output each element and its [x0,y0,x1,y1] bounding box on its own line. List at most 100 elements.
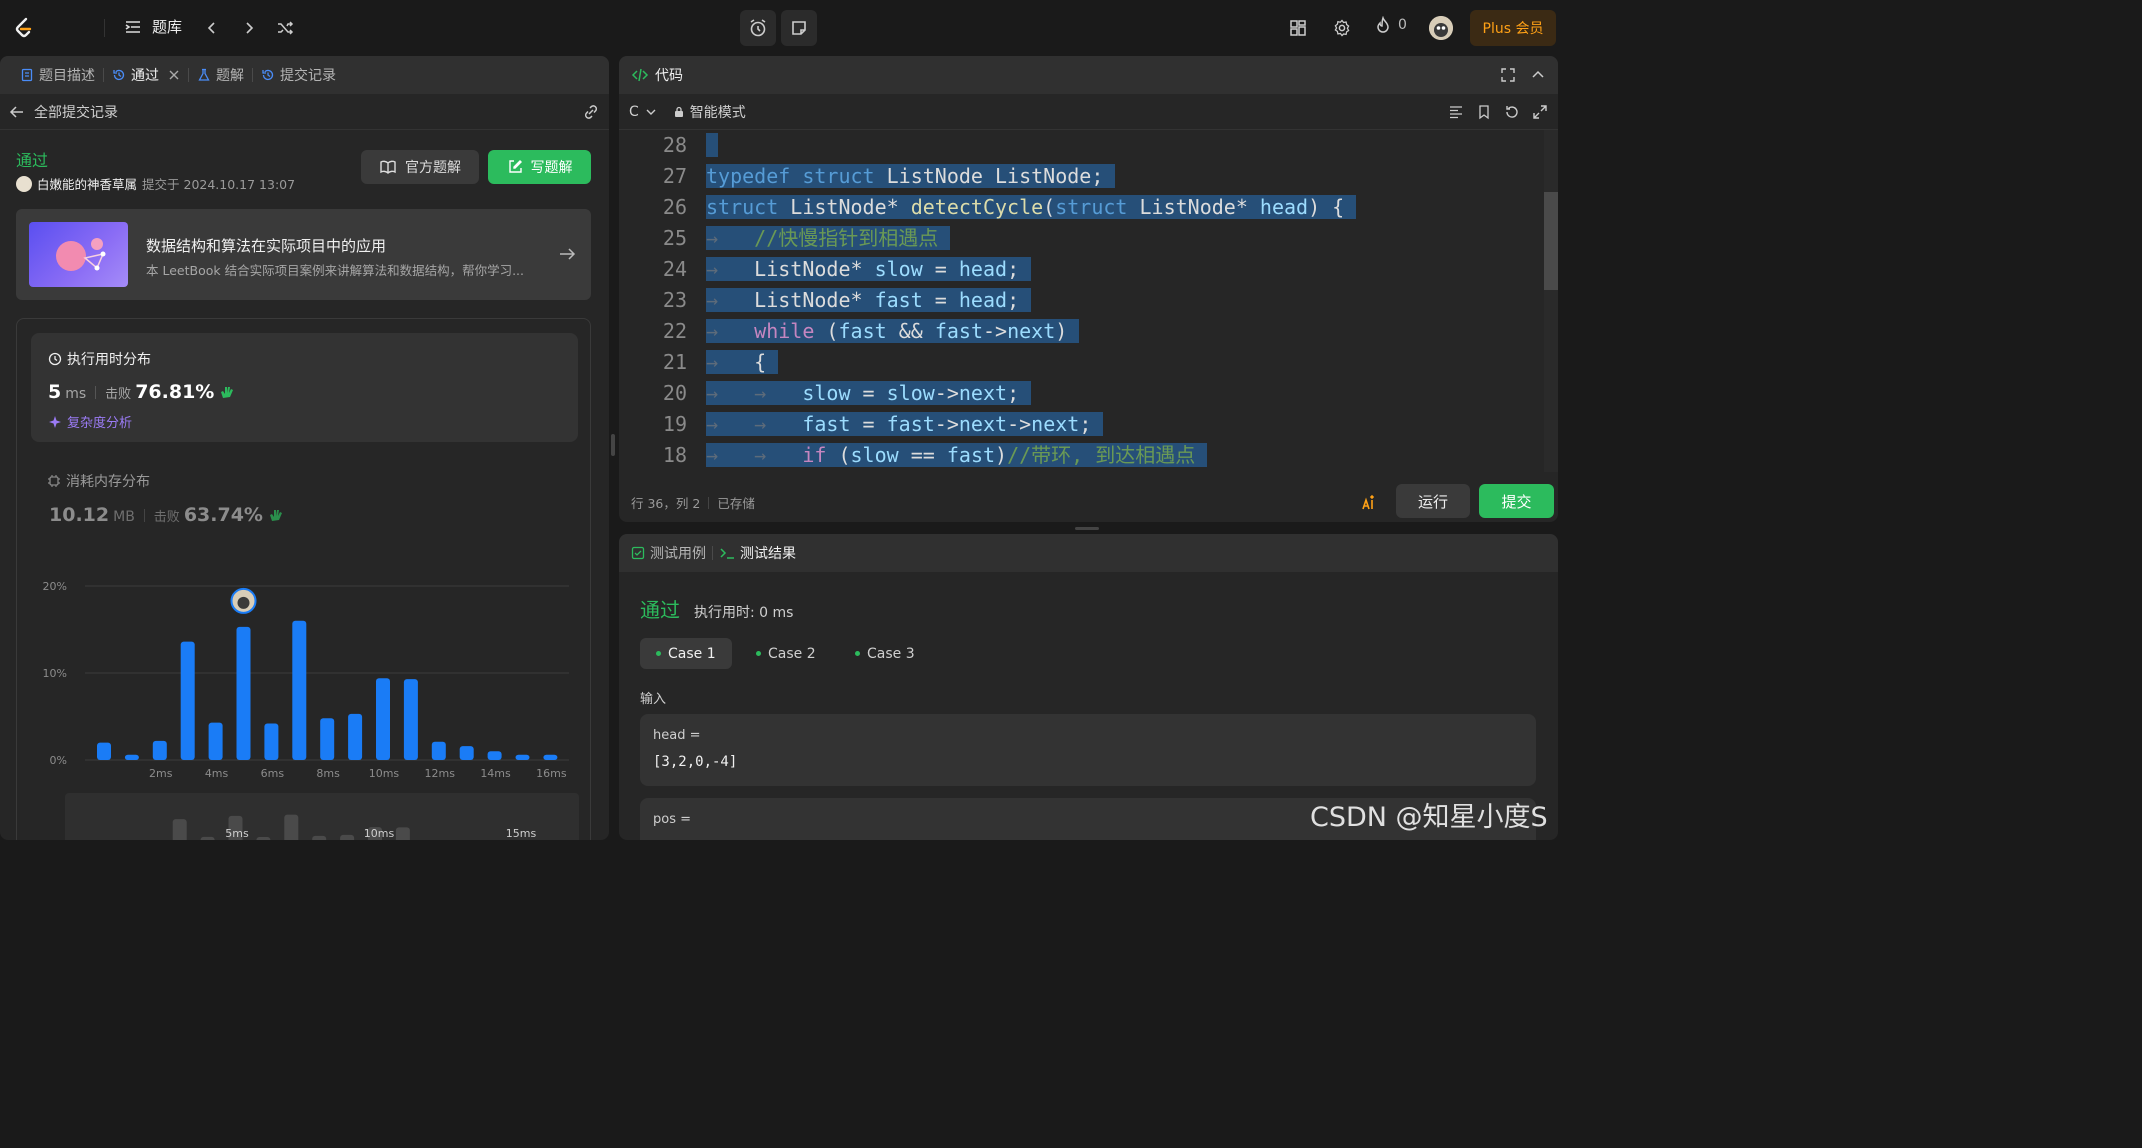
tab-accepted[interactable]: 通过 [104,56,188,94]
chart-bar [348,713,363,760]
x-tick-label: 4ms [205,767,229,780]
tab-solutions[interactable]: 题解 [189,56,252,94]
code-line[interactable]: 21 → { [619,347,1558,378]
case-label: Case 2 [768,645,816,662]
official-solution-button[interactable]: 官方题解 [361,150,479,184]
code-tab-label[interactable]: 代码 [655,65,683,85]
minimap-tick-label: 10ms [364,827,395,840]
memory-title[interactable]: 消耗内存分布 [47,471,150,491]
code-line[interactable]: 27 typedef struct ListNode ListNode; [619,161,1558,192]
code-line[interactable]: 18 → → if (slow == fast)//带环, 到达相遇点 [619,440,1558,471]
arrow-left-icon[interactable] [8,103,26,121]
all-submissions-link[interactable]: 全部提交记录 [34,102,118,122]
horizontal-resize-handle[interactable] [1075,527,1099,530]
tab-submissions[interactable]: 提交记录 [253,56,344,94]
code-line[interactable]: 26 struct ListNode* detectCycle(struct Li… [619,192,1558,223]
runtime-distribution-chart[interactable]: 20% 10% 0% 2ms 4ms 6ms 8ms 10ms 12ms 14ms 16ms 5ms 1… [17,569,591,840]
tab-accepted-label: 通过 [131,68,159,84]
case-tab-3[interactable]: Case 3 [839,638,931,669]
memory-title-label: 消耗内存分布 [66,474,150,490]
vertical-resize-handle[interactable] [611,434,615,456]
chart-bar [543,754,558,760]
code-text: → ListNode* slow = head; [706,257,1032,281]
submit-button[interactable]: 提交 [1479,484,1554,518]
leetbook-description: 本 LeetBook 结合实际项目案例来讲解算法和数据结构，帮你学习... [146,263,525,278]
timer-button[interactable] [740,10,776,46]
layout-button[interactable] [1286,16,1310,40]
chart-bar [180,641,195,760]
code-text [706,130,719,161]
expand-icon[interactable] [1532,104,1548,120]
code-line[interactable]: 19 → → fast = fast->next->next; [619,409,1558,440]
avatar[interactable] [16,175,32,192]
memory-value: 10.12 [49,504,110,526]
history-icon [113,69,125,81]
next-problem-button[interactable] [237,16,261,40]
code-line[interactable]: 24 → ListNode* slow = head; [619,254,1558,285]
language-select[interactable]: C [629,104,657,120]
notes-button[interactable] [781,10,817,46]
leetbook-cover-image [29,222,128,287]
clap-icon [221,387,234,398]
x-tick-label: 12ms [425,767,456,780]
settings-button[interactable] [1330,16,1354,40]
minimap-bar [340,834,355,840]
code-line[interactable]: 25 → //快慢指针到相遇点 [619,223,1558,254]
lock-icon [674,106,683,117]
code-line[interactable]: 23 → ListNode* fast = head; [619,285,1558,316]
document-icon [21,68,33,82]
random-problem-button[interactable] [273,16,297,40]
chevron-down-icon [646,109,656,115]
write-solution-button[interactable]: 写题解 [488,150,591,184]
code-line[interactable]: 20 → → slow = slow->next; [619,378,1558,409]
tab-test-result[interactable]: 测试结果 [719,543,796,563]
tab-testcases[interactable]: 测试用例 [631,543,706,563]
line-number: 25 [662,226,687,250]
reset-icon[interactable] [1504,104,1520,120]
fullscreen-icon[interactable] [1500,67,1516,83]
chart-bar [403,679,418,760]
code-line[interactable]: 22 → while (fast && fast->next) [619,316,1558,347]
editor-scrollbar-thumb[interactable] [1544,192,1558,290]
runtime-card[interactable]: 执行用时分布 5 ms 击败 76.81% 复杂度分析 [31,333,578,442]
left-tab-bar: 题目描述 通过 题解 提交记录 [0,56,609,94]
chart-bar [236,626,251,760]
leetcode-logo-icon[interactable] [12,16,36,40]
link-icon[interactable] [581,102,601,122]
code-text: → ListNode* fast = head; [706,288,1032,312]
checkbox-icon [631,546,645,560]
ai-helper-icon[interactable] [1359,493,1379,513]
code-icon [631,68,649,82]
submitter-name[interactable]: 白嫩能的神香草属 [37,174,137,193]
user-avatar[interactable] [1429,16,1453,40]
chart-bar [459,746,474,760]
pass-dot [656,651,661,656]
input-name: head = [653,728,701,743]
smart-mode-toggle[interactable]: 智能模式 [673,102,746,122]
tab-description[interactable]: 题目描述 [12,56,103,94]
chevron-left-icon [207,22,215,34]
input-head-box[interactable]: head = [3,2,0,-4] [640,714,1536,786]
close-icon[interactable] [168,69,180,81]
minimap-bar [256,837,271,840]
line-number: 28 [662,133,687,157]
chevron-up-icon[interactable] [1530,67,1546,83]
prev-problem-button[interactable] [200,16,224,40]
plus-membership-button[interactable]: Plus 会员 [1470,10,1556,46]
format-icon[interactable] [1448,104,1464,120]
streak-counter[interactable]: 0 [1374,16,1407,34]
editor-scrollbar[interactable] [1544,130,1558,472]
chart-minimap [65,793,579,840]
code-editor[interactable]: 28 27 typedef struct ListNode ListNode; 2… [619,130,1558,472]
clock-icon [48,352,62,366]
leetbook-card[interactable]: 数据结构和算法在实际项目中的应用 本 LeetBook 结合实际项目案例来讲解算… [16,209,591,300]
code-line[interactable]: 28 [619,130,1558,161]
watermark: CSDN @知星小度S [1310,802,1548,833]
case-tab-1[interactable]: Case 1 [640,638,732,669]
run-button[interactable]: 运行 [1396,484,1470,518]
complexity-analysis-link[interactable]: 复杂度分析 [48,412,132,431]
bookmark-icon[interactable] [1476,104,1492,120]
list-icon [125,20,140,33]
problem-list-button[interactable]: 题库 [124,16,182,37]
case-tab-2[interactable]: Case 2 [740,638,832,669]
